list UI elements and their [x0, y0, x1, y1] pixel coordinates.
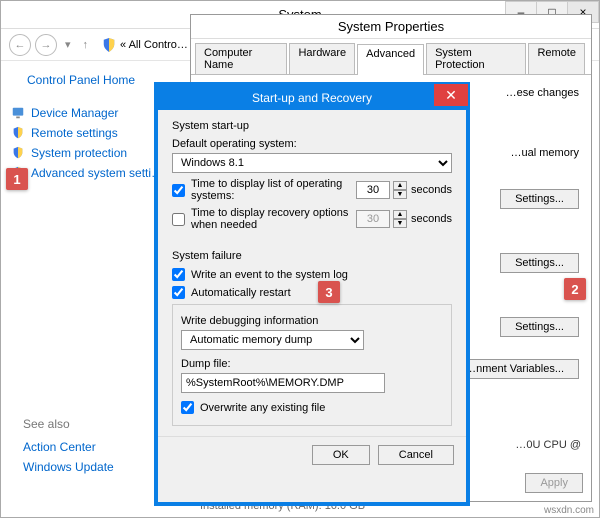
tab-system-protection[interactable]: System Protection: [426, 43, 526, 74]
history-dropdown[interactable]: ▾: [61, 38, 75, 51]
sidebar-label: Remote settings: [31, 126, 118, 140]
auto-restart-label: Automatically restart: [191, 287, 291, 299]
system-properties-title: System Properties: [338, 19, 444, 34]
overwrite-checkbox[interactable]: [181, 401, 194, 414]
seconds-label: seconds: [411, 213, 452, 225]
startup-recovery-dialog: Start-up and Recovery ✕ System start-up …: [154, 82, 470, 506]
forward-button[interactable]: →: [35, 34, 57, 56]
tab-advanced[interactable]: Advanced: [357, 44, 424, 75]
sidebar-label: System protection: [31, 146, 127, 160]
tab-hardware[interactable]: Hardware: [289, 43, 355, 74]
callout-1: 1: [6, 168, 28, 190]
startup-recovery-buttons: OK Cancel: [158, 436, 466, 473]
callout-3: 3: [318, 281, 340, 303]
control-panel-home-link[interactable]: Control Panel Home: [11, 73, 177, 87]
cpu-text: …0U CPU @: [515, 439, 581, 451]
time-recovery-row: Time to display recovery options when ne…: [172, 207, 452, 231]
performance-settings-button[interactable]: Settings...: [500, 189, 579, 209]
chevron-down-icon: ▼: [393, 219, 407, 228]
breadcrumb[interactable]: « All Contro…: [96, 38, 188, 52]
time-recovery-checkbox[interactable]: [172, 213, 185, 226]
time-recovery-spinner: ▲ ▼: [393, 210, 407, 228]
time-recovery-seconds-input: [356, 210, 390, 228]
shield-icon: [11, 126, 25, 140]
shield-icon: [11, 146, 25, 160]
sidebar-label: Advanced system setti…: [31, 166, 163, 180]
time-list-spinner[interactable]: ▲ ▼: [393, 181, 407, 199]
apply-button[interactable]: Apply: [525, 473, 583, 493]
startup-recovery-settings-button[interactable]: Settings...: [500, 317, 579, 337]
sidebar: Control Panel Home Device Manager Remote…: [1, 61, 177, 517]
seconds-label: seconds: [411, 184, 452, 196]
tab-remote[interactable]: Remote: [528, 43, 585, 74]
windows-update-link[interactable]: Windows Update: [23, 457, 114, 477]
cancel-button[interactable]: Cancel: [378, 445, 454, 465]
virtual-memory-text: …ual memory: [511, 147, 579, 159]
debug-info-combo[interactable]: Automatic memory dump: [181, 330, 364, 350]
dump-file-label: Dump file:: [181, 358, 443, 370]
time-list-seconds-input[interactable]: [356, 181, 390, 199]
close-button[interactable]: ✕: [434, 84, 468, 106]
startup-recovery-titlebar: Start-up and Recovery ✕: [158, 86, 466, 110]
dump-file-input[interactable]: [181, 373, 385, 393]
default-os-combo[interactable]: Windows 8.1: [172, 153, 452, 173]
startup-recovery-body: System start-up Default operating system…: [158, 110, 466, 436]
device-manager-icon: [11, 106, 25, 120]
callout-2: 2: [564, 278, 586, 300]
sidebar-item-remote-settings[interactable]: Remote settings: [11, 123, 177, 143]
overwrite-label: Overwrite any existing file: [200, 402, 325, 414]
system-properties-buttons: Apply: [519, 473, 583, 493]
chevron-down-icon[interactable]: ▼: [393, 190, 407, 199]
back-button[interactable]: ←: [9, 34, 31, 56]
action-center-link[interactable]: Action Center: [23, 437, 114, 457]
default-os-label: Default operating system:: [172, 138, 452, 150]
system-properties-tabs: Computer Name Hardware Advanced System P…: [191, 39, 591, 75]
sidebar-item-device-manager[interactable]: Device Manager: [11, 103, 177, 123]
sidebar-label: Device Manager: [31, 106, 118, 120]
ok-button[interactable]: OK: [312, 445, 370, 465]
watermark: wsxdn.com: [544, 505, 594, 516]
shield-icon: [102, 38, 116, 52]
system-startup-group-label: System start-up: [172, 120, 452, 132]
time-list-row: Time to display list of operating system…: [172, 178, 452, 202]
sidebar-item-advanced-system-settings[interactable]: Advanced system setti…: [11, 163, 177, 183]
debug-group: Write debugging information Automatic me…: [172, 304, 452, 426]
see-also-header: See also: [23, 417, 114, 431]
debug-info-label: Write debugging information: [181, 315, 443, 327]
up-button[interactable]: ↑: [79, 39, 93, 51]
chevron-up-icon[interactable]: ▲: [393, 181, 407, 190]
write-event-checkbox[interactable]: [172, 268, 185, 281]
time-list-label: Time to display list of operating system…: [191, 178, 350, 202]
tab-computer-name[interactable]: Computer Name: [195, 43, 287, 74]
see-also-section: See also Action Center Windows Update: [23, 417, 114, 477]
user-profiles-settings-button[interactable]: Settings...: [500, 253, 579, 273]
system-failure-group-label: System failure: [172, 250, 452, 262]
write-event-label: Write an event to the system log: [191, 269, 348, 281]
time-recovery-label: Time to display recovery options when ne…: [191, 207, 350, 231]
chevron-up-icon: ▲: [393, 210, 407, 219]
auto-restart-checkbox[interactable]: [172, 286, 185, 299]
close-icon: ✕: [445, 87, 457, 104]
startup-recovery-title: Start-up and Recovery: [252, 91, 372, 105]
time-list-checkbox[interactable]: [172, 184, 185, 197]
breadcrumb-text: « All Contro…: [120, 39, 188, 51]
system-properties-titlebar: System Properties: [191, 15, 591, 39]
sidebar-item-system-protection[interactable]: System protection: [11, 143, 177, 163]
